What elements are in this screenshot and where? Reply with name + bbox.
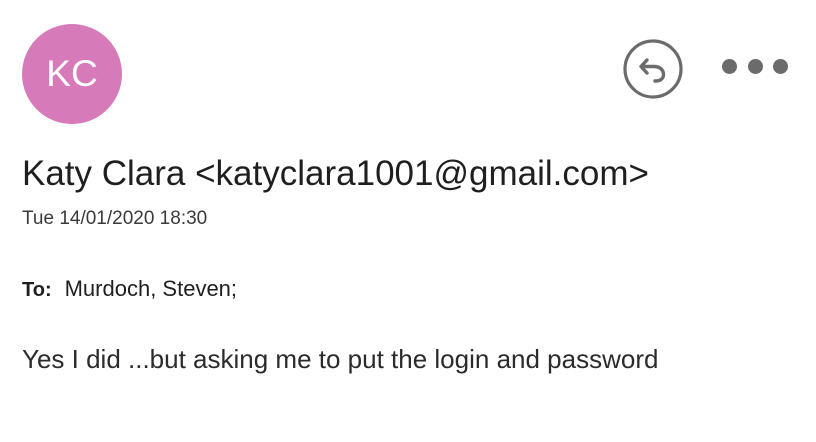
avatar: KC bbox=[22, 24, 122, 124]
recipients-row: To: Murdoch, Steven; bbox=[22, 276, 237, 302]
reply-button[interactable] bbox=[622, 38, 684, 100]
to-label: To: bbox=[22, 279, 52, 301]
more-options-icon-dot bbox=[773, 58, 788, 74]
more-options-icon-dot bbox=[747, 58, 763, 74]
sender-line: Katy Clara <katyclara1001@gmail.com> bbox=[22, 154, 649, 193]
more-options-button[interactable] bbox=[722, 52, 788, 80]
more-options-icon-dot bbox=[722, 58, 737, 74]
message-body: Yes I did ...but asking me to put the lo… bbox=[22, 344, 659, 374]
reply-arrow-icon bbox=[623, 39, 683, 99]
avatar-initials: KC bbox=[46, 53, 98, 94]
to-recipient: Murdoch, Steven; bbox=[64, 276, 238, 301]
message-date: Tue 14/01/2020 18:30 bbox=[22, 208, 208, 229]
